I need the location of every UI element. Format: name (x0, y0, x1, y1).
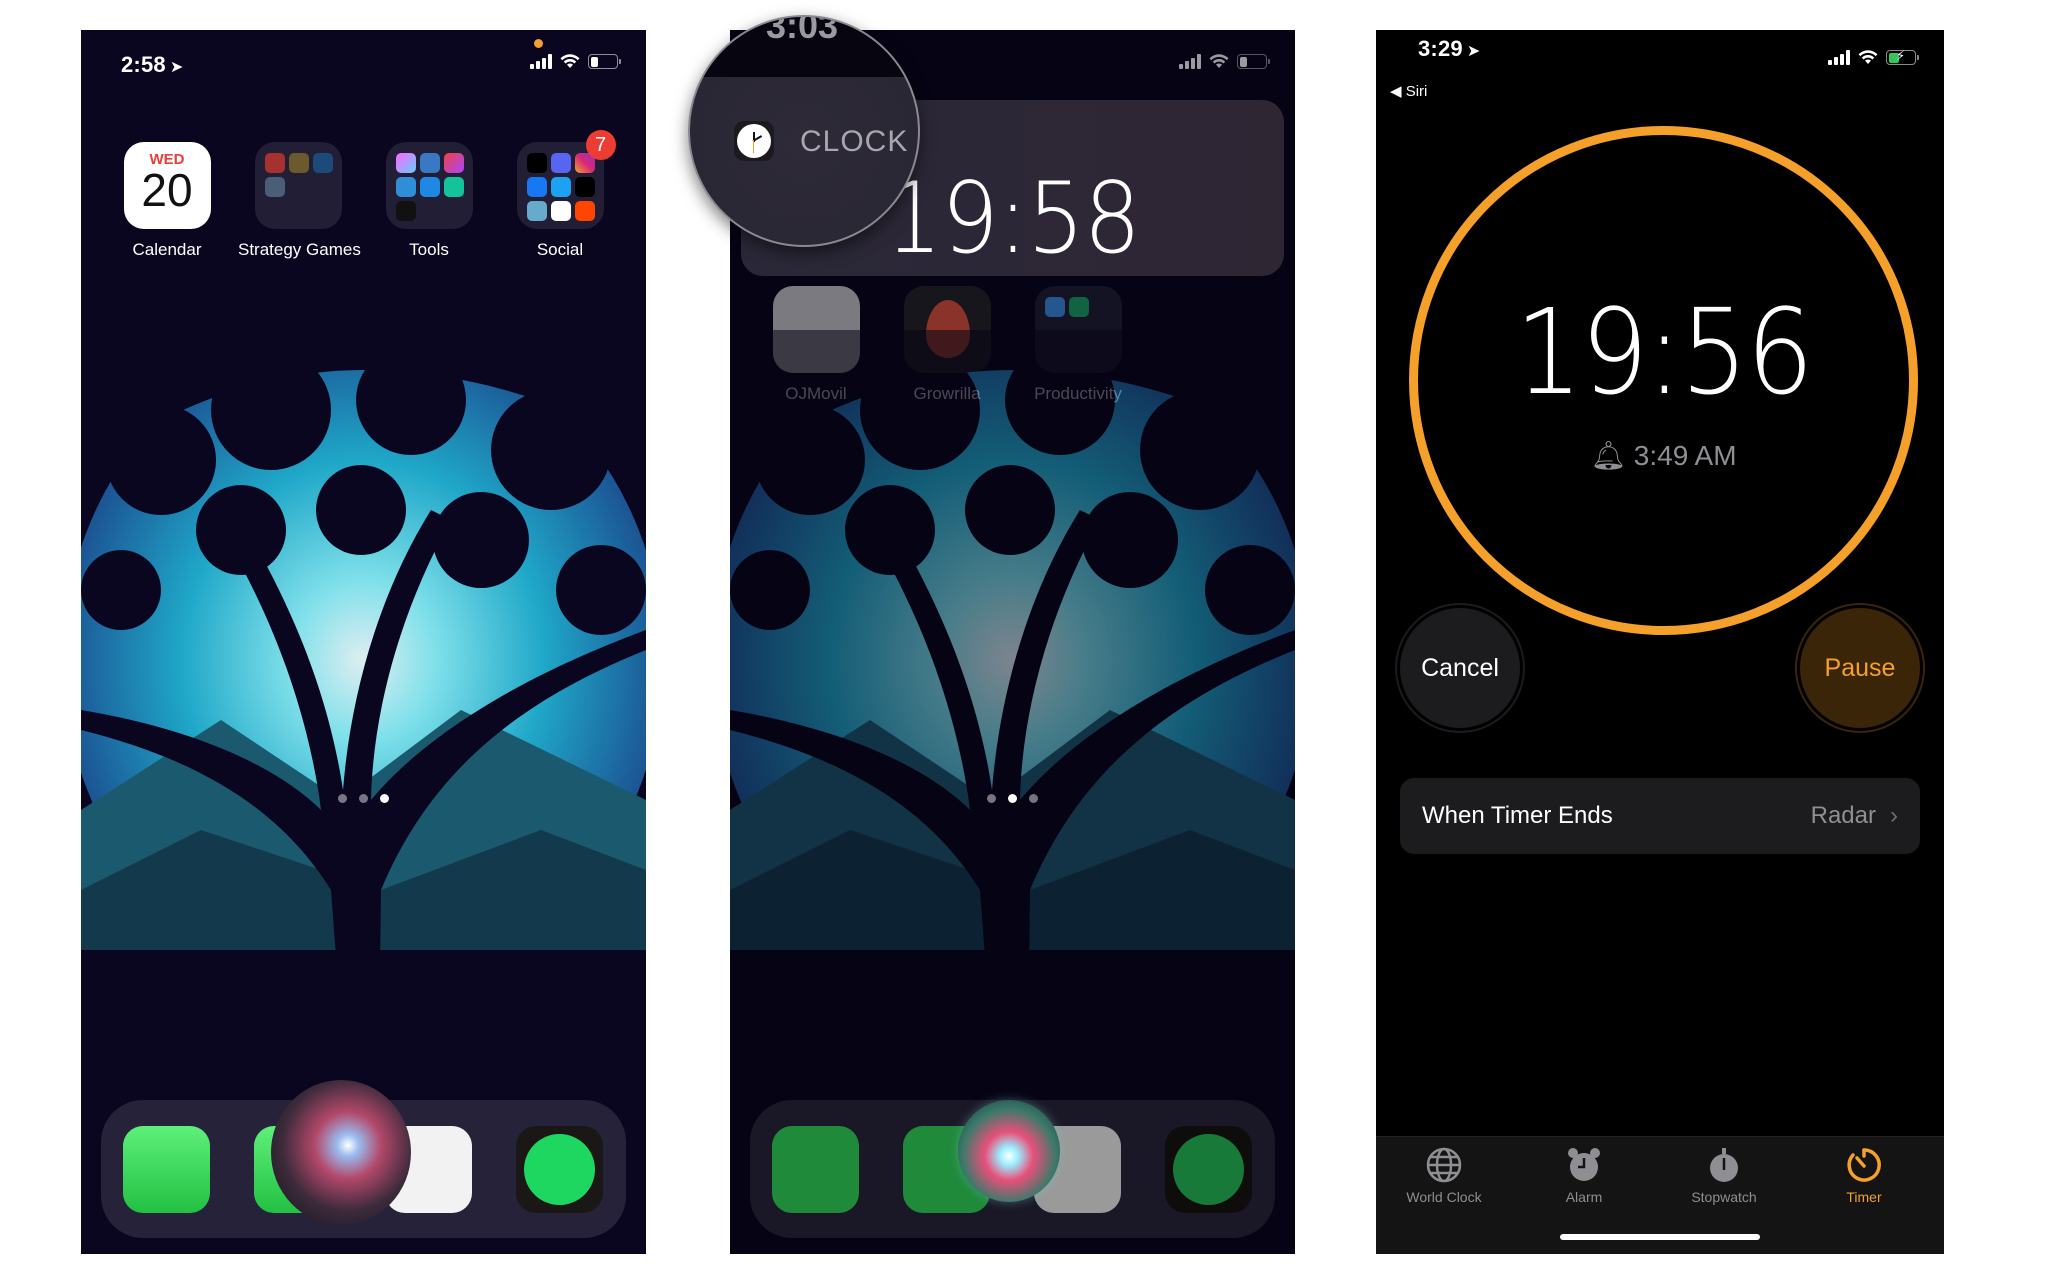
calendar-icon: WED 20 (123, 142, 211, 229)
globe-icon (1426, 1147, 1462, 1183)
app-label: Strategy Games (238, 240, 361, 259)
timer-icon (1847, 1148, 1881, 1182)
timer-end-time: 🔔︎ 3:49 AM (1406, 439, 1921, 472)
stopwatch-icon (1710, 1148, 1738, 1182)
tab-label: World Clock (1406, 1189, 1482, 1205)
siri-orb-icon (958, 1100, 1060, 1202)
folder-icon (254, 142, 342, 229)
spotify-app-icon[interactable] (516, 1126, 603, 1213)
wifi-icon (560, 54, 580, 69)
app-label: Tools (409, 240, 449, 259)
wallpaper-tree (81, 330, 646, 1050)
calendar-day: 20 (141, 164, 193, 216)
home-indicator[interactable] (1560, 1234, 1760, 1240)
wifi-icon (1858, 50, 1878, 65)
battery-charging-icon: ⚡ (1886, 48, 1919, 65)
wallpaper-tree (730, 330, 1295, 1050)
status-bar: 3:29 ➤ ⚡ (1376, 30, 1944, 90)
spotify-app-icon[interactable] (1165, 1126, 1252, 1213)
folder-icon: 7 (516, 130, 616, 229)
notification-badge: 7 (585, 130, 616, 160)
tab-label: Timer (1846, 1189, 1882, 1205)
back-label: Siri (1405, 83, 1428, 100)
folder-social[interactable]: 7 Social (500, 130, 620, 260)
widget-app-label: CLOCK (800, 125, 909, 158)
back-triangle-icon: ◀ (1390, 83, 1406, 100)
app-label: Calendar (132, 240, 202, 259)
tab-label: Alarm (1565, 1189, 1603, 1205)
status-bar: 2:58 ➤ (81, 30, 646, 90)
screen-home: 2:58 ➤ WED 20 Calendar Strategy Games Too… (81, 30, 646, 1254)
battery-icon (588, 54, 621, 69)
wifi-icon (1209, 54, 1229, 69)
folder-icon (385, 142, 473, 229)
screen-clock-timer: 3:29 ➤ ⚡ ◀ Siri 19:56 🔔︎ 3:49 AM Cancel P… (1376, 30, 1944, 1254)
timer-end-label: 3:49 AM (1633, 440, 1737, 471)
tab-alarm[interactable]: Alarm (1514, 1145, 1654, 1205)
phone-app-icon[interactable] (772, 1126, 859, 1213)
status-time-text: 3:03 (766, 15, 839, 46)
pause-button[interactable]: Pause (1800, 608, 1920, 728)
app-label: Social (536, 240, 584, 259)
status-time: 2:58 ➤ (121, 52, 183, 78)
tab-bar: World Clock Alarm Stopwatch Timer (1376, 1136, 1944, 1254)
cancel-button[interactable]: Cancel (1400, 608, 1520, 728)
battery-icon (1237, 54, 1270, 69)
location-arrow-icon: ➤ (169, 59, 184, 76)
clock-app-icon (734, 121, 774, 161)
cellular-signal-icon (1828, 50, 1850, 65)
back-to-siri-link[interactable]: ◀ Siri (1390, 82, 1427, 100)
tab-timer[interactable]: Timer (1794, 1145, 1934, 1205)
chevron-right-icon: › (1890, 802, 1898, 829)
status-time-text: 3:29 (1418, 36, 1463, 61)
zoom-callout: 3:03 CLOCK (688, 15, 920, 247)
folder-strategy-games[interactable]: Strategy Games (238, 142, 361, 260)
when-timer-ends-row[interactable]: When Timer Ends Radar › (1400, 778, 1920, 854)
phone-app-icon[interactable] (123, 1126, 210, 1213)
cellular-signal-icon (530, 54, 552, 69)
cellular-signal-icon (1179, 54, 1201, 69)
bell-icon: 🔔︎ (1590, 440, 1634, 471)
location-arrow-icon: ➤ (1466, 43, 1481, 60)
alarm-clock-icon (1568, 1148, 1600, 1181)
status-time-text: 2:58 (121, 52, 166, 77)
tab-label: Stopwatch (1691, 1189, 1757, 1205)
timer-progress-ring: 19:56 🔔︎ 3:49 AM (1406, 123, 1921, 638)
folder-tools[interactable]: Tools (369, 142, 489, 260)
tab-stopwatch[interactable]: Stopwatch (1654, 1145, 1794, 1205)
sound-value: Radar (1810, 802, 1876, 829)
page-indicator[interactable] (81, 794, 646, 803)
app-calendar[interactable]: WED 20 Calendar (107, 142, 227, 260)
siri-orb-icon (271, 1080, 411, 1225)
when-timer-ends-label: When Timer Ends (1422, 802, 1613, 829)
timer-remaining: 19:56 (1514, 283, 1814, 421)
tab-world-clock[interactable]: World Clock (1376, 1145, 1514, 1205)
page-indicator[interactable] (730, 794, 1295, 803)
